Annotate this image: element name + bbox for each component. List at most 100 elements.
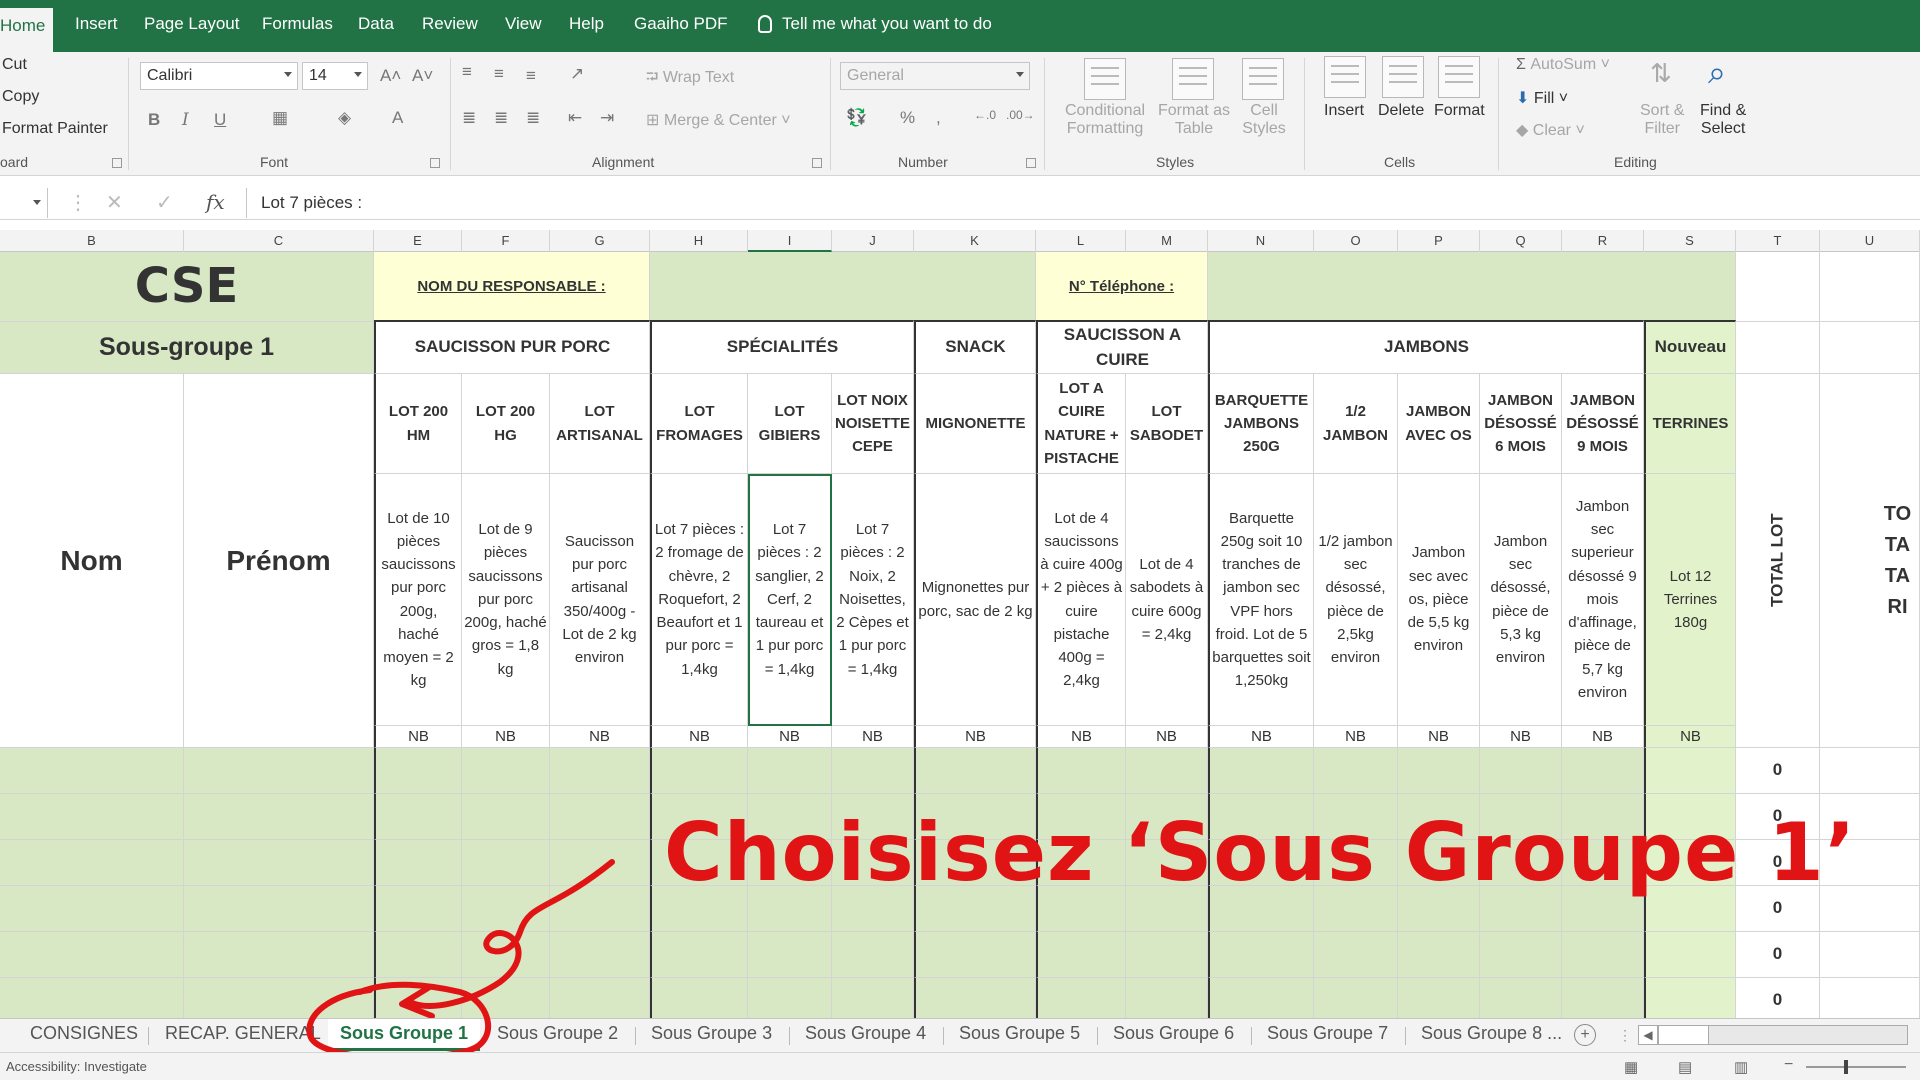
column-header-m[interactable]: M: [1126, 230, 1208, 252]
input-cell[interactable]: [184, 886, 374, 932]
clipboard-launcher-icon[interactable]: [112, 158, 122, 168]
zoom-slider[interactable]: [1806, 1066, 1906, 1068]
increase-font-icon[interactable]: A˄: [380, 66, 401, 86]
input-cell[interactable]: [462, 748, 550, 794]
column-header-n[interactable]: N: [1208, 230, 1314, 252]
total-lot-value[interactable]: 0: [1736, 978, 1820, 1018]
font-color-icon[interactable]: A: [392, 108, 403, 128]
total-lot-value[interactable]: 0: [1736, 748, 1820, 794]
sheet-tab-consignes[interactable]: CONSIGNES: [30, 1023, 138, 1044]
input-cell[interactable]: [748, 978, 832, 1018]
input-cell[interactable]: [1036, 748, 1126, 794]
tab-page-layout[interactable]: Page Layout: [144, 14, 239, 34]
total-tarif-value[interactable]: [1820, 978, 1920, 1018]
column-header-s[interactable]: S: [1644, 230, 1736, 252]
input-cell[interactable]: [1398, 978, 1480, 1018]
tab-help[interactable]: Help: [569, 14, 604, 34]
total-tarif-value[interactable]: [1820, 748, 1920, 794]
input-cell[interactable]: [914, 978, 1036, 1018]
input-cell[interactable]: [550, 748, 650, 794]
input-cell[interactable]: [1314, 748, 1398, 794]
tab-view[interactable]: View: [505, 14, 542, 34]
add-sheet-icon[interactable]: +: [1574, 1024, 1596, 1046]
bold-icon[interactable]: B: [148, 110, 160, 130]
sheet-tab-sous-groupe-2[interactable]: Sous Groupe 2: [497, 1023, 618, 1044]
input-cell[interactable]: [1208, 978, 1314, 1018]
tab-formulas[interactable]: Formulas: [262, 14, 333, 34]
sort-filter-button[interactable]: Sort & Filter: [1640, 102, 1684, 138]
font-name-select[interactable]: Calibri: [140, 62, 298, 90]
input-cell[interactable]: [748, 932, 832, 978]
decrease-indent-icon[interactable]: ⇤: [568, 108, 582, 128]
zoom-slider-thumb[interactable]: [1844, 1060, 1848, 1074]
input-cell[interactable]: [1126, 748, 1208, 794]
blank-cell[interactable]: [1820, 322, 1920, 374]
orientation-icon[interactable]: ↗: [570, 64, 584, 84]
tab-insert[interactable]: Insert: [75, 14, 118, 34]
input-cell[interactable]: [0, 748, 184, 794]
scroll-left-icon[interactable]: ◀: [1638, 1025, 1658, 1045]
clear-button[interactable]: ◆ Clear ˅: [1516, 120, 1585, 140]
number-launcher-icon[interactable]: [1026, 158, 1036, 168]
merge-center-button[interactable]: ⊞ Merge & Center ˅: [646, 110, 791, 130]
input-cell[interactable]: [1126, 932, 1208, 978]
blank-cell[interactable]: [1736, 322, 1820, 374]
input-cell[interactable]: [1398, 932, 1480, 978]
column-header-l[interactable]: L: [1036, 230, 1126, 252]
fill-button[interactable]: ⬇ Fill ˅: [1516, 88, 1568, 108]
align-bottom-icon[interactable]: ≡: [526, 66, 536, 86]
conditional-formatting-button[interactable]: Conditional Formatting: [1060, 102, 1150, 138]
input-cell[interactable]: [0, 840, 184, 886]
input-cell[interactable]: [914, 748, 1036, 794]
input-cell[interactable]: [748, 748, 832, 794]
insert-function-icon[interactable]: fx: [206, 190, 225, 214]
accessibility-status[interactable]: Accessibility: Investigate: [6, 1059, 147, 1074]
italic-icon[interactable]: I: [182, 110, 189, 130]
underline-icon[interactable]: U: [214, 110, 226, 130]
tell-me-search[interactable]: Tell me what you want to do: [758, 14, 992, 34]
input-cell[interactable]: [1126, 978, 1208, 1018]
borders-icon[interactable]: ▦: [272, 108, 288, 128]
enter-check-icon[interactable]: ✓: [156, 190, 173, 215]
horizontal-scrollbar[interactable]: [1658, 1025, 1908, 1045]
column-header-h[interactable]: H: [650, 230, 748, 252]
input-cell[interactable]: [1208, 748, 1314, 794]
column-header-f[interactable]: F: [462, 230, 550, 252]
input-cell[interactable]: [650, 978, 748, 1018]
delete-button[interactable]: Delete: [1378, 102, 1424, 120]
column-header-b[interactable]: B: [0, 230, 184, 252]
input-cell[interactable]: [184, 840, 374, 886]
tab-review[interactable]: Review: [422, 14, 478, 34]
scrollbar-thumb[interactable]: [1659, 1026, 1709, 1044]
input-cell[interactable]: [1208, 932, 1314, 978]
fill-color-icon[interactable]: ◈: [338, 108, 351, 128]
sheet-tab-sous-groupe-6[interactable]: Sous Groupe 6: [1113, 1023, 1234, 1044]
input-cell[interactable]: [1644, 932, 1736, 978]
column-header-c[interactable]: C: [184, 230, 374, 252]
input-cell[interactable]: [832, 932, 914, 978]
sheet-tab-sous-groupe-7[interactable]: Sous Groupe 7: [1267, 1023, 1388, 1044]
zoom-out-icon[interactable]: −: [1784, 1056, 1793, 1074]
cut-button[interactable]: Cut: [2, 56, 27, 74]
input-cell[interactable]: [1644, 748, 1736, 794]
sheet-tab-sous-groupe-3[interactable]: Sous Groupe 3: [651, 1023, 772, 1044]
accounting-format-icon[interactable]: 💱: [846, 108, 867, 128]
input-cell[interactable]: [1036, 978, 1126, 1018]
cell-styles-button[interactable]: Cell Styles: [1236, 102, 1292, 138]
column-header-e[interactable]: E: [374, 230, 462, 252]
input-cell[interactable]: [0, 794, 184, 840]
input-cell[interactable]: [374, 748, 462, 794]
percent-icon[interactable]: %: [900, 108, 915, 128]
page-layout-view-icon[interactable]: ▤: [1678, 1058, 1692, 1076]
column-header-t[interactable]: T: [1736, 230, 1820, 252]
format-painter-button[interactable]: Format Painter: [2, 120, 108, 138]
column-header-g[interactable]: G: [550, 230, 650, 252]
copy-button[interactable]: Copy: [2, 88, 39, 106]
decrease-font-icon[interactable]: A˅: [412, 66, 433, 86]
input-cell[interactable]: [1480, 978, 1562, 1018]
tab-gaaiho-pdf[interactable]: Gaaiho PDF: [634, 14, 728, 34]
input-cell[interactable]: [832, 978, 914, 1018]
responsable-input[interactable]: [650, 252, 1036, 322]
tab-data[interactable]: Data: [358, 14, 394, 34]
formula-input[interactable]: Lot 7 pièces :: [246, 188, 1920, 218]
